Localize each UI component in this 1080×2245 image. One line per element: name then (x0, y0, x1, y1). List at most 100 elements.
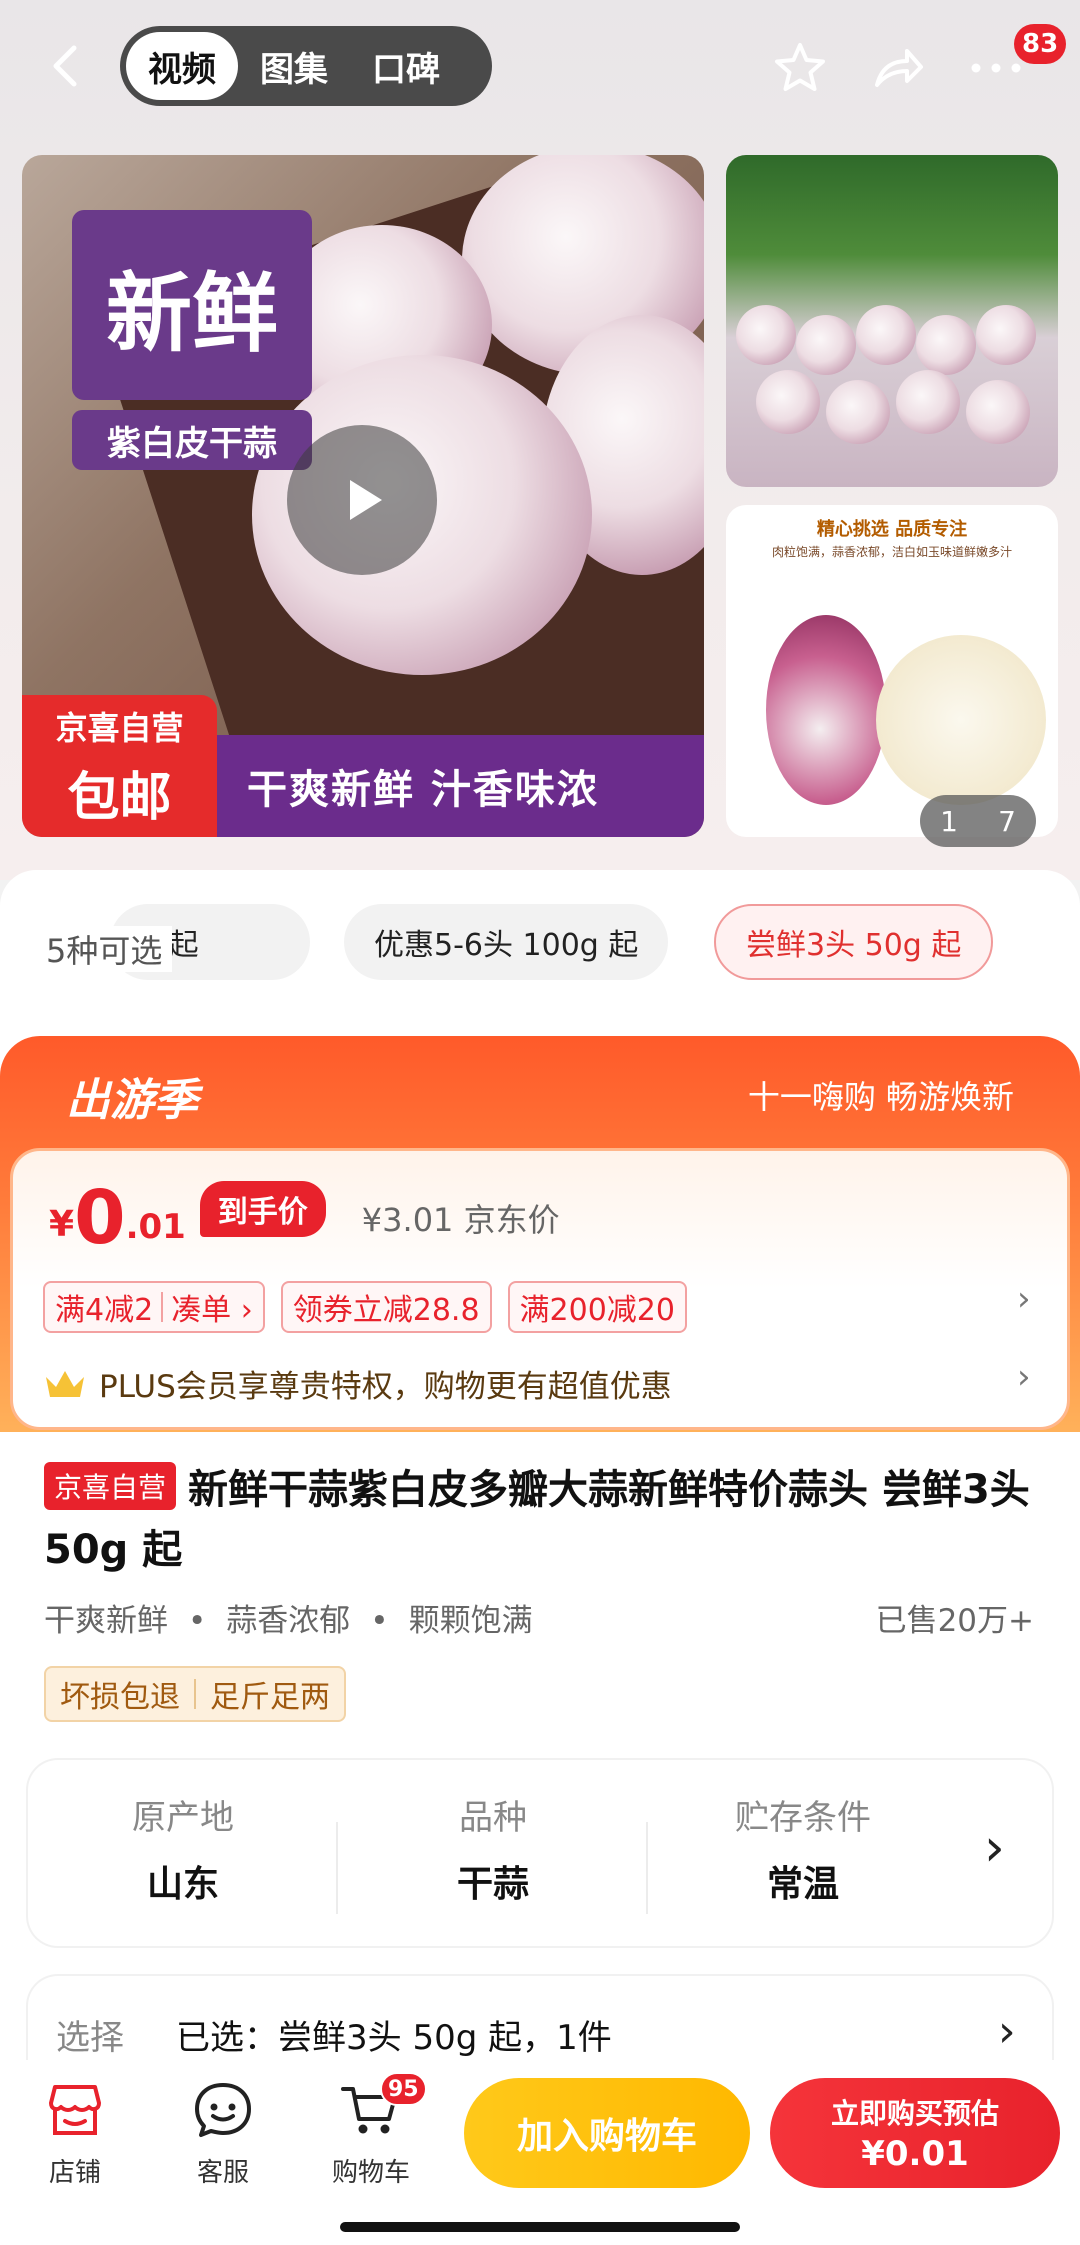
media-tabs: 视频 图集 口碑 (120, 26, 492, 106)
tab-video[interactable]: 视频 (126, 32, 238, 100)
feature-item: 干爽新鲜 (44, 1603, 168, 1639)
main-product-image[interactable]: 新鲜 紫白皮干蒜 京喜自营 包邮 干爽新鲜 汁香味浓 (22, 155, 704, 837)
tab-reviews[interactable]: 口碑 (350, 32, 462, 100)
garlic-bulb (796, 315, 856, 375)
fresh-tag: 新鲜 (72, 210, 312, 400)
coupon-row[interactable]: 满4减2 凑单 › 领券立减28.8 满200减20 (43, 1281, 703, 1333)
variant-chip[interactable]: 优惠5-6头 100g 起 (344, 904, 669, 980)
product-title-block: 京喜自营 新鲜干蒜紫白皮多瓣大蒜新鲜特价蒜头 尝鲜3头 50g 起 (44, 1460, 1034, 1580)
home-indicator[interactable] (340, 2222, 740, 2232)
coupon-instant[interactable]: 领券立减28.8 (280, 1281, 492, 1333)
cart-badge: 95 (380, 2072, 427, 2106)
more-icon (971, 63, 1021, 73)
counter-current: 1 (940, 804, 958, 838)
garlic-bulb (976, 305, 1036, 365)
self-operated-badge: 京喜自营 包邮 (22, 695, 217, 837)
shop-button[interactable]: 店铺 (10, 2078, 140, 2189)
coupon-label: 满4减2 (55, 1293, 154, 1328)
promo-season: 出游季 (66, 1075, 198, 1126)
shop-label: 店铺 (48, 2158, 101, 2188)
share-button[interactable] (868, 38, 928, 98)
buy-now-label: 立即购买预估 (830, 2097, 999, 2130)
price-integer: 0 (74, 1175, 126, 1261)
buy-now-button[interactable]: 立即购买预估 ¥0.01 (770, 2078, 1060, 2188)
price-row: ¥ 0 .01 到手价 ¥3.01 京东价 (49, 1181, 560, 1255)
price-card: ¥ 0 .01 到手价 ¥3.01 京东价 满4减2 凑单 › 领券立减28.8… (10, 1148, 1070, 1430)
cart-button[interactable]: 95 购物车 (306, 2072, 436, 2189)
guarantee-item: 足斤足两 (210, 1680, 330, 1715)
selection-label: 选择 (56, 2018, 124, 2058)
garlic-bulb (916, 315, 976, 375)
play-button[interactable] (287, 425, 437, 575)
garlic-cross-section (876, 635, 1046, 805)
badge-line2: 包邮 (67, 767, 172, 828)
guarantee-divider (194, 1679, 196, 1709)
final-price-tag: 到手价 (199, 1181, 326, 1237)
attributes-card[interactable]: 原产地 山东 品种 干蒜 贮存条件 常温 › (28, 1760, 1052, 1946)
currency-symbol: ¥ (49, 1204, 75, 1245)
top-bar: 视频 图集 口碑 83 (0, 20, 1080, 110)
add-on-link[interactable]: 凑单 › (171, 1285, 253, 1329)
thumbnail-image-1[interactable] (726, 155, 1058, 487)
promo-slogan: 十一嗨购 畅游焕新 (747, 1078, 1014, 1116)
garlic-bulb (756, 370, 820, 434)
badge-line1: 京喜自营 (55, 708, 184, 747)
guarantee-item: 坏损包退 (60, 1680, 180, 1715)
tab-gallery[interactable]: 图集 (238, 32, 350, 100)
bullet: • (370, 1603, 389, 1639)
buy-now-price: ¥0.01 (861, 2134, 969, 2174)
guarantee-badges[interactable]: 坏损包退 足斤足两 (44, 1666, 346, 1722)
shop-icon (49, 2085, 101, 2135)
cart-label: 购物车 (331, 2158, 410, 2188)
attribute-label: 贮存条件 (735, 1798, 871, 1838)
back-button[interactable] (40, 38, 96, 94)
message-badge: 83 (1014, 24, 1067, 64)
chevron-right-icon[interactable]: › (1017, 1357, 1031, 1397)
price-decimal: .01 (125, 1207, 186, 1247)
attribute-label: 品种 (459, 1798, 527, 1838)
favorite-button[interactable] (770, 38, 830, 98)
service-button[interactable]: 客服 (158, 2078, 288, 2189)
variant-chip-selected[interactable]: 尝鲜3头 50g 起 (714, 904, 994, 980)
garlic-bulb (966, 380, 1030, 444)
garlic-bulb (856, 305, 916, 365)
variant-count: 5种可选 (46, 926, 173, 972)
thumbnail-subtitle: 肉粒饱满，蒜香浓郁，洁白如玉味道鲜嫩多汁 (771, 545, 1012, 559)
attribute-storage: 贮存条件 常温 (648, 1790, 958, 1907)
share-icon (875, 49, 923, 87)
attribute-value: 干蒜 (456, 1864, 529, 1905)
chevron-right-icon[interactable]: › (998, 2006, 1016, 2057)
product-title: 新鲜干蒜紫白皮多瓣大蒜新鲜特价蒜头 尝鲜3头 50g 起 (44, 1467, 1030, 1573)
product-page: 视频 图集 口碑 83 新鲜 紫白皮干蒜 京喜自营 包邮 干爽新鲜 汁香味浓 精… (0, 0, 1080, 2245)
bullet: • (188, 1603, 207, 1639)
service-label: 客服 (196, 2158, 249, 2188)
star-icon (775, 43, 825, 91)
coupon-divider (161, 1292, 164, 1322)
attribute-label: 原产地 (132, 1798, 234, 1838)
add-to-cart-button[interactable]: 加入购物车 (464, 2078, 750, 2188)
plus-text: PLUS会员享尊贵特权，购物更有超值优惠 (99, 1369, 672, 1405)
attribute-variety: 品种 干蒜 (338, 1790, 648, 1907)
attribute-value: 山东 (146, 1864, 219, 1905)
chevron-right-icon[interactable]: › (1017, 1279, 1031, 1319)
self-operated-tag: 京喜自营 (44, 1462, 177, 1510)
thumbnail-title: 精心挑选 品质专注 (816, 519, 968, 540)
customer-service-icon (195, 2083, 251, 2137)
thumbnail-image-2[interactable]: 精心挑选 品质专注 肉粒饱满，蒜香浓郁，洁白如玉味道鲜嫩多汁 (726, 505, 1058, 837)
selection-value: 已选：尝鲜3头 50g 起，1件 (176, 2018, 612, 2058)
chevron-right-icon[interactable]: › (984, 1818, 1005, 1878)
fresh-subtitle: 紫白皮干蒜 (72, 410, 312, 470)
coupon-threshold[interactable]: 满4减2 凑单 › (43, 1281, 265, 1333)
variant-selector: g 起 5种可选 优惠5-6头 100g 起 尝鲜3头 50g 起 (0, 904, 1080, 984)
coupon-200[interactable]: 满200减20 (507, 1281, 687, 1333)
garlic-bulb (826, 380, 890, 444)
garlic-bulb (766, 615, 886, 805)
feature-item: 颗颗饱满 (408, 1603, 533, 1639)
plus-member-row[interactable]: PLUS会员享尊贵特权，购物更有超值优惠 (43, 1361, 672, 1406)
attribute-origin: 原产地 山东 (28, 1790, 338, 1907)
garlic-bulb (736, 305, 796, 365)
feature-item: 蒜香浓郁 (226, 1603, 351, 1639)
bottom-action-bar: 店铺 客服 95 购物车 加入购物车 立即购买预估 ¥0.01 (0, 2060, 1080, 2245)
crown-icon (46, 1370, 84, 1397)
counter-total: 7 (998, 804, 1016, 838)
